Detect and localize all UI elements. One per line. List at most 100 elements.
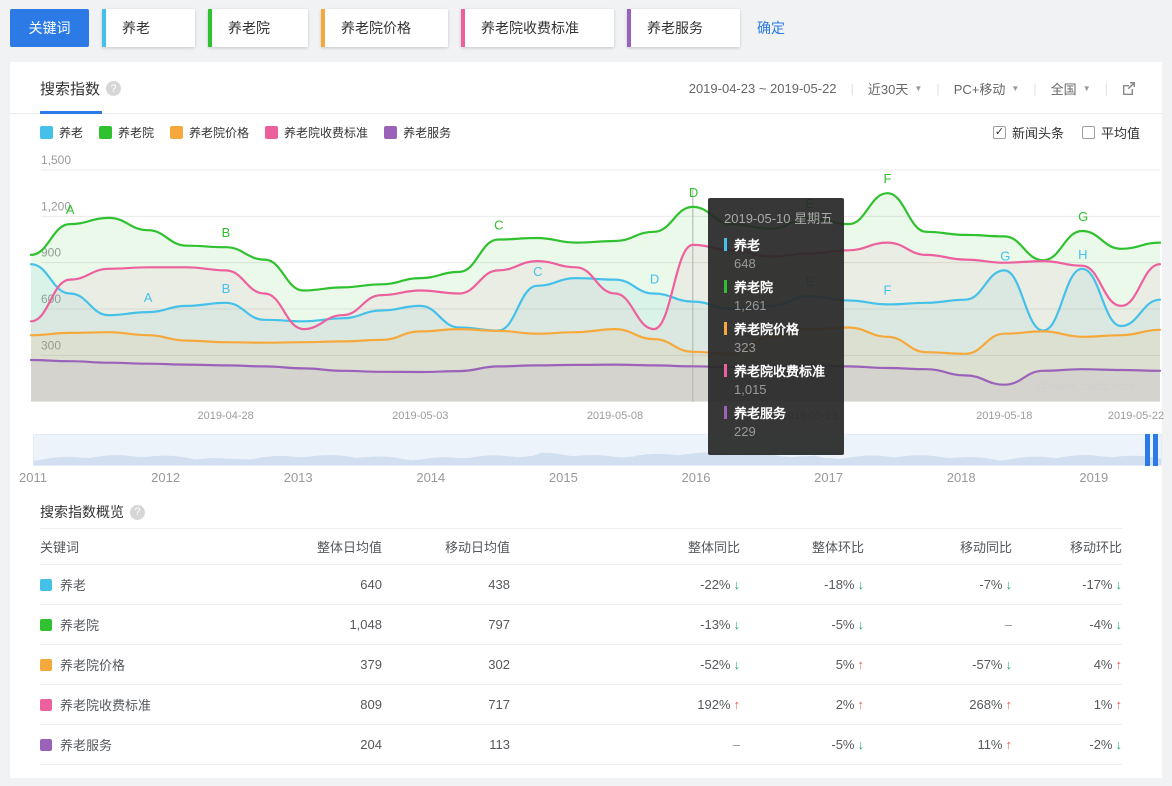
table-row[interactable]: 养老服务 204 113 – -5% ↓ 11% ↑ -2% ↓ [40, 724, 1122, 764]
keyword-chip-label: 养老院收费标准 [481, 20, 579, 36]
keyword-chip[interactable]: 养老院价格 [321, 9, 448, 47]
table-column-header[interactable]: 移动日均值 [382, 537, 510, 556]
slider-handle-right[interactable] [1153, 434, 1158, 466]
legend-item[interactable]: 养老服务 [384, 124, 451, 141]
keyword-swatch [40, 738, 52, 751]
keyword-cell-label: 养老院 [60, 618, 100, 633]
average-label: 平均值 [1100, 125, 1140, 141]
news-event-marker[interactable]: D [650, 272, 659, 287]
avg-value-cell: 438 [488, 577, 510, 592]
table-column-header[interactable]: 移动环比 [1012, 537, 1122, 556]
news-event-marker[interactable]: D [689, 185, 698, 200]
timeline-year-label: 2018 [946, 470, 976, 485]
legend-item[interactable]: 养老院 [99, 124, 154, 141]
legend-item[interactable]: 养老 [40, 124, 83, 141]
change-cell: -5% ↓ [831, 617, 864, 632]
average-checkbox[interactable]: 平均值 [1081, 123, 1140, 142]
avg-value-cell: 797 [488, 617, 510, 632]
legend-label: 养老院 [118, 125, 155, 140]
news-event-marker[interactable]: B [222, 281, 231, 296]
news-headline-checkbox[interactable]: ✓ 新闻头条 [992, 123, 1064, 142]
keyword-chip[interactable]: 养老院 [208, 9, 308, 47]
table-column-header[interactable]: 整体环比 [740, 537, 864, 556]
legend-item[interactable]: 养老院价格 [170, 124, 249, 141]
tooltip-color-bar [724, 280, 727, 293]
x-axis-tick-label: 2019-05-18 [976, 410, 1033, 422]
tab-label: 搜索指数 [40, 81, 101, 98]
change-cell: -22% ↓ [700, 577, 740, 592]
table-row[interactable]: 养老院价格 379 302 -52% ↓ 5% ↑ -57% ↓ 4% ↑ [40, 644, 1122, 684]
tooltip-color-bar [724, 238, 727, 251]
timeline-year-label: 2013 [283, 470, 313, 485]
change-cell: 1% ↑ [1093, 697, 1122, 712]
keyword-chip-label: 养老服务 [647, 20, 703, 36]
keyword-cell-label: 养老服务 [60, 738, 113, 753]
device-dropdown[interactable]: PC+移动 ▼ [954, 79, 1020, 98]
table-row[interactable]: 养老院收费标准 809 717 192% ↑ 2% ↑ 268% ↑ 1% ↑ [40, 684, 1122, 724]
timeline-sparkline [34, 452, 1161, 465]
divider: | [936, 80, 940, 96]
news-event-marker[interactable]: H [1078, 247, 1087, 262]
avg-value-cell: 640 [360, 577, 382, 592]
table-column-header[interactable]: 移动同比 [864, 537, 1012, 556]
keyword-chip[interactable]: 养老院收费标准 [461, 9, 614, 47]
region-dropdown[interactable]: 全国 ▼ [1051, 79, 1091, 98]
trend-chart[interactable]: 3006009001,2001,500ABCDEFGHABCDEFG@index… [29, 153, 1162, 408]
tooltip-series-value: 1,261 [734, 298, 767, 313]
news-event-marker[interactable]: C [494, 217, 503, 232]
region-dropdown-value: 全国 [1050, 81, 1077, 97]
tooltip-series-value: 229 [734, 424, 756, 439]
avg-value-cell: 1,048 [349, 617, 382, 632]
keyword-color-bar [208, 9, 212, 47]
date-range[interactable]: 2019-04-23 ~ 2019-05-22 [689, 81, 837, 96]
timeline-year-label: 2016 [681, 470, 711, 485]
x-axis-labels: 2019-04-282019-05-032019-05-082019-05-13… [31, 410, 1165, 426]
keyword-chip[interactable]: 养老服务 [627, 9, 740, 47]
avg-value-cell: 717 [488, 697, 510, 712]
x-axis-tick-label: 2019-05-03 [392, 410, 449, 422]
table-column-header[interactable]: 整体同比 [510, 537, 740, 556]
keyword-button[interactable]: 关键词 [10, 9, 89, 47]
change-cell: -13% ↓ [700, 617, 740, 632]
range-dropdown[interactable]: 近30天 ▼ [868, 79, 922, 98]
tab-search-index[interactable]: 搜索指数 ? [40, 78, 122, 99]
legend-item[interactable]: 养老院收费标准 [265, 124, 368, 141]
help-icon[interactable]: ? [130, 504, 145, 520]
tooltip-color-bar [724, 322, 727, 335]
table-row[interactable]: 养老院 1,048 797 -13% ↓ -5% ↓ – -4% ↓ [40, 604, 1122, 644]
timeline-year-label: 2014 [416, 470, 446, 485]
avg-value-cell: 809 [360, 697, 382, 712]
timeline-years: 2011 2012 2013 2014 2015 2016 2017 2018 2019 [19, 470, 1162, 486]
legend-swatch [170, 125, 184, 139]
keyword-toolbar: 关键词 养老 养老院 养老院价格 养老院收费标准 养老服务 确定 [10, 9, 785, 47]
timeline-year-label: 2015 [548, 470, 578, 485]
help-icon[interactable]: ? [106, 81, 122, 96]
tooltip-series-value: 648 [734, 256, 756, 271]
news-event-marker[interactable]: B [222, 225, 231, 240]
news-event-marker[interactable]: A [144, 290, 153, 305]
news-event-marker[interactable]: G [1000, 248, 1010, 263]
news-event-marker[interactable]: F [883, 171, 891, 186]
table-column-header[interactable]: 整体日均值 [292, 537, 382, 556]
keyword-chip[interactable]: 养老 [102, 9, 195, 47]
keyword-swatch [40, 618, 52, 631]
checkbox-unchecked-icon [1081, 125, 1095, 139]
slider-handle-left[interactable] [1145, 434, 1150, 466]
avg-value-cell: 204 [360, 737, 382, 752]
change-cell: -18% ↓ [824, 577, 864, 592]
table-row[interactable]: 养老 640 438 -22% ↓ -18% ↓ -7% ↓ -17% ↓ [40, 564, 1122, 604]
keyword-color-bar [102, 9, 106, 47]
arrow-down-icon: ↓ [1115, 737, 1123, 752]
table-column-header[interactable]: 关键词 [40, 537, 292, 556]
keyword-swatch [40, 698, 52, 711]
timeline-slider[interactable] [33, 434, 1162, 466]
news-event-marker[interactable]: G [1078, 209, 1088, 224]
change-cell: 2% ↑ [835, 697, 864, 712]
news-event-marker[interactable]: A [66, 202, 75, 217]
external-link-icon[interactable] [1122, 81, 1136, 95]
change-cell: -7% ↓ [979, 577, 1012, 592]
news-event-marker[interactable]: C [533, 264, 542, 279]
tooltip-series-name: 养老 [734, 238, 761, 253]
news-event-marker[interactable]: F [883, 282, 891, 297]
confirm-button[interactable]: 确定 [757, 18, 785, 38]
